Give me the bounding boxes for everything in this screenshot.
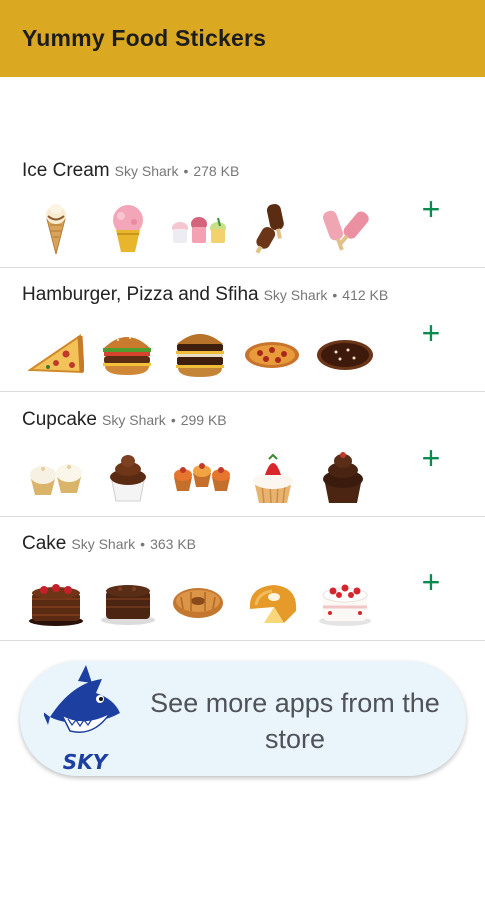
chocolate-strawberry-cake-sticker — [29, 584, 83, 626]
pack-name: Cake — [22, 533, 67, 554]
pack-size: 412 KB — [342, 287, 389, 303]
pack-meta: Sky Shark • 299 KB — [102, 412, 227, 428]
chocolate-cake-sticker — [101, 585, 155, 625]
strawberry-cupcake-sticker — [253, 453, 293, 504]
orange-bundt-cake-sticker — [249, 585, 297, 623]
app-bar: Yummy Food Stickers — [0, 0, 485, 77]
add-pack-button[interactable]: + — [416, 193, 446, 225]
pack-size: 363 KB — [150, 536, 197, 552]
more-apps-label: See more apps from the store — [150, 688, 440, 754]
meta-separator: • — [140, 536, 146, 552]
pack-meta: Sky Shark • 412 KB — [264, 287, 389, 303]
pack-header: Ice Cream Sky Shark • 278 KB — [22, 160, 239, 182]
add-pack-button[interactable]: + — [416, 442, 446, 474]
pack-name: Hamburger, Pizza and Sfiha — [22, 284, 259, 305]
sticker-pack-cupcake[interactable]: Cupcake Sky Shark • 299 KB + — [0, 393, 485, 517]
strawberry-ice-cream-cup-sticker — [113, 205, 143, 252]
bundt-cake-sticker — [173, 588, 223, 618]
pepperoni-pizza-sticker — [245, 342, 299, 368]
meta-separator: • — [332, 287, 338, 303]
ice-cream-cups-sticker — [172, 217, 226, 243]
logo-text: SKY — [63, 750, 110, 774]
add-pack-button[interactable]: + — [416, 566, 446, 598]
pack-header: Cupcake Sky Shark • 299 KB — [22, 409, 227, 431]
pack-size: 299 KB — [180, 412, 227, 428]
sky-shark-logo: SKY — [44, 665, 120, 774]
sticker-pack-hamburger-pizza-sfiha[interactable]: Hamburger, Pizza and Sfiha Sky Shark • 412… — [0, 268, 485, 392]
pack-name: Cupcake — [22, 409, 97, 430]
pack-author: Sky Shark — [71, 536, 136, 552]
chocolate-pizza-sticker — [317, 340, 373, 370]
pack-header: Cake Sky Shark • 363 KB — [22, 533, 196, 555]
pack-meta: Sky Shark • 363 KB — [71, 536, 196, 552]
vanilla-cupcakes-sticker — [30, 464, 82, 495]
pack-author: Sky Shark — [102, 412, 166, 428]
chocolate-popsicles-sticker — [255, 204, 284, 254]
pack-size: 278 KB — [193, 163, 240, 179]
ice-cream-cone-sticker — [46, 204, 66, 255]
pizza-slice-sticker — [28, 334, 84, 374]
meta-separator: • — [170, 412, 176, 428]
pack-header: Hamburger, Pizza and Sfiha Sky Shark • 412… — [22, 284, 388, 306]
pack-name: Ice Cream — [22, 160, 110, 181]
pink-popsicles-sticker — [323, 210, 369, 251]
meta-separator: • — [183, 163, 189, 179]
sticker-pack-cake[interactable]: Cake Sky Shark • 363 KB + — [0, 517, 485, 641]
pack-meta: Sky Shark • 278 KB — [115, 163, 240, 179]
chocolate-cupcake-sticker — [110, 455, 146, 502]
pack-author: Sky Shark — [114, 163, 179, 179]
strawberry-cream-cake-sticker — [319, 584, 371, 626]
more-apps-button[interactable]: SKY See more apps from the store — [20, 661, 466, 776]
double-burger-sticker — [176, 334, 224, 377]
app-title: Yummy Food Stickers — [22, 25, 267, 51]
hamburger-sticker — [103, 337, 151, 375]
chocolate-frosted-cupcake-sticker — [323, 452, 363, 503]
pack-author: Sky Shark — [263, 287, 328, 303]
mini-cupcakes-sticker — [174, 463, 230, 491]
sticker-pack-ice-cream[interactable]: Ice Cream Sky Shark • 278 KB + — [0, 144, 485, 268]
add-pack-button[interactable]: + — [416, 317, 446, 349]
